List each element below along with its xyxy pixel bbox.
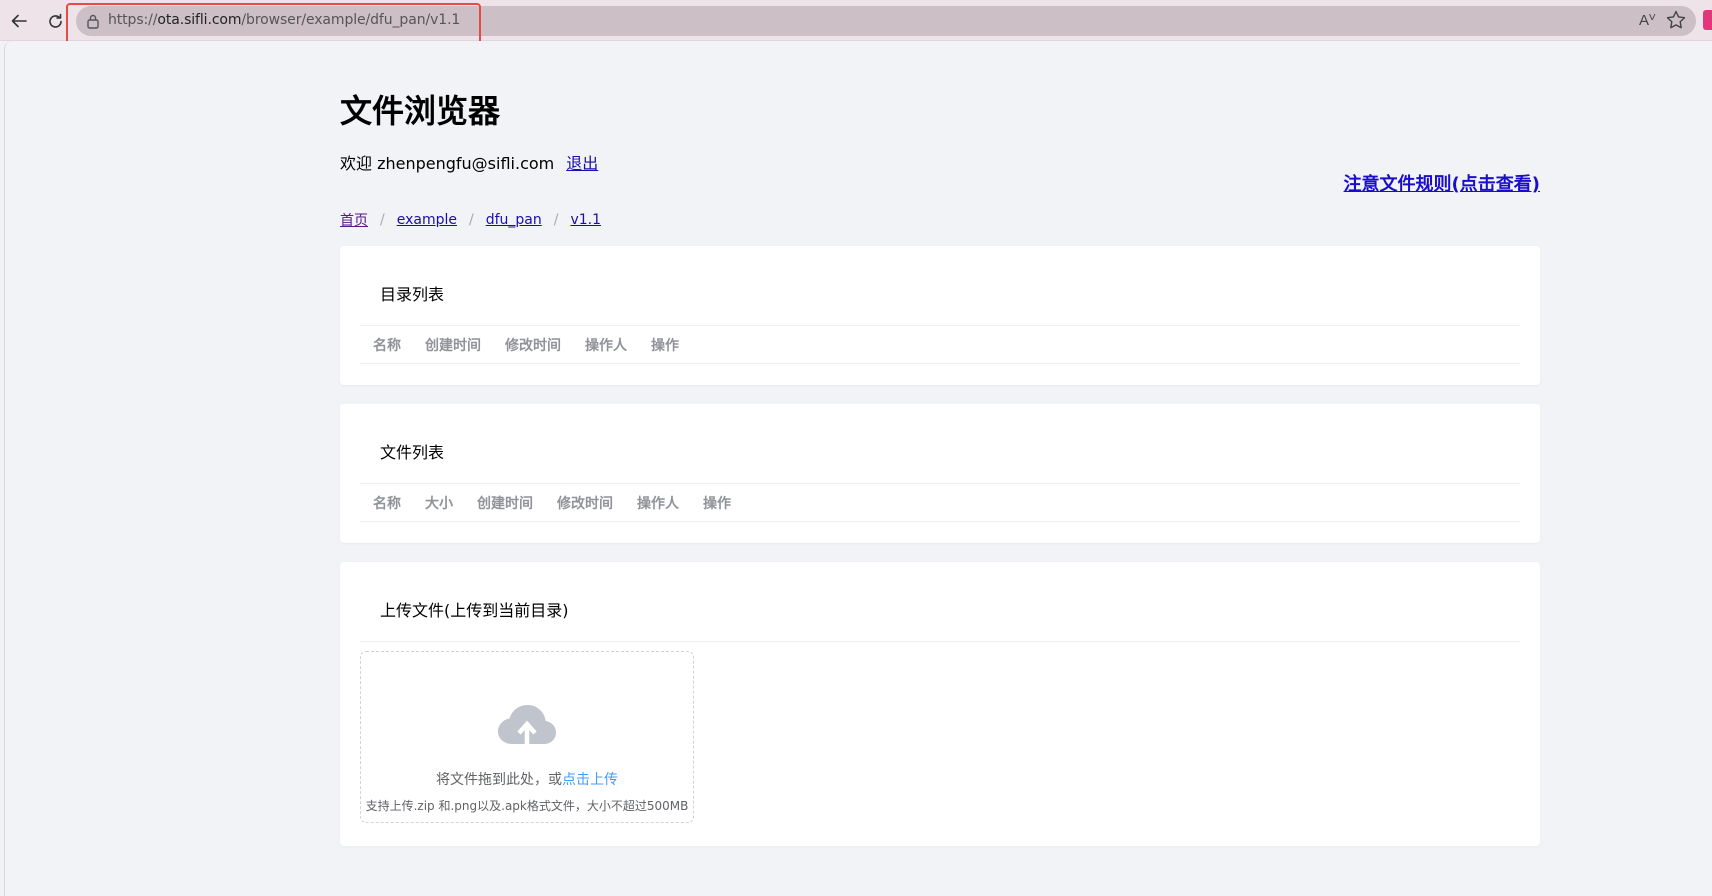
column-created[interactable]: 创建时间	[425, 335, 481, 355]
directory-list-card: 目录列表 名称 创建时间 修改时间 操作人 操作	[340, 246, 1540, 385]
breadcrumb-v1-1[interactable]: v1.1	[570, 212, 601, 228]
column-actions: 操作	[651, 337, 679, 354]
reload-button[interactable]	[42, 8, 68, 34]
file-list-title: 文件列表	[360, 404, 1520, 484]
arrow-left-icon	[11, 14, 27, 28]
column-actions: 操作	[703, 495, 731, 512]
welcome-text: 欢迎 zhenpengfu@sifli.com	[340, 154, 555, 173]
reload-icon	[48, 13, 62, 28]
column-name[interactable]: 名称	[373, 493, 401, 513]
back-button[interactable]	[6, 8, 32, 34]
breadcrumb-home[interactable]: 首页	[340, 210, 368, 230]
directory-table-header: 名称 创建时间 修改时间 操作人 操作	[360, 326, 1520, 364]
breadcrumb-separator: /	[468, 212, 474, 228]
column-modified[interactable]: 修改时间	[557, 493, 613, 513]
extension-icon[interactable]	[1703, 10, 1712, 30]
directory-list-title: 目录列表	[360, 246, 1520, 326]
file-table-header: 名称 大小 创建时间 修改时间 操作人 操作	[360, 484, 1520, 522]
breadcrumb-example[interactable]: example	[397, 212, 457, 228]
star-icon[interactable]	[1665, 9, 1687, 31]
breadcrumb-dfu-pan[interactable]: dfu_pan	[486, 212, 542, 228]
breadcrumb-separator: /	[553, 212, 559, 228]
column-created[interactable]: 创建时间	[477, 493, 533, 513]
upload-tip: 支持上传.zip 和.png以及.apk格式文件，大小不超过500MB	[365, 799, 689, 813]
file-rules-link[interactable]: 注意文件规则(点击查看)	[1344, 170, 1540, 196]
upload-card: 上传文件(上传到当前目录) 将文件拖到此处，或点击上传 支持上传.zip 和.p…	[340, 562, 1540, 846]
column-name[interactable]: 名称	[373, 335, 401, 355]
read-aloud-icon[interactable]: Aⱽ	[1639, 11, 1655, 29]
column-operator[interactable]: 操作人	[637, 493, 679, 513]
breadcrumb: 首页 / example / dfu_pan / v1.1	[340, 210, 601, 230]
cloud-upload-icon	[498, 705, 556, 746]
upload-dropzone[interactable]: 将文件拖到此处，或点击上传 支持上传.zip 和.png以及.apk格式文件，大…	[360, 651, 694, 823]
logout-link[interactable]: 退出	[566, 154, 598, 173]
column-modified[interactable]: 修改时间	[505, 335, 561, 355]
column-operator[interactable]: 操作人	[585, 335, 627, 355]
click-upload-link[interactable]: 点击上传	[562, 772, 618, 788]
browser-toolbar: https://ota.sifli.com/browser/example/df…	[0, 0, 1712, 45]
upload-drop-text: 将文件拖到此处，或	[436, 772, 562, 788]
file-list-card: 文件列表 名称 大小 创建时间 修改时间 操作人 操作	[340, 404, 1540, 543]
upload-instruction: 将文件拖到此处，或点击上传	[361, 769, 693, 789]
page-title: 文件浏览器	[340, 92, 501, 130]
breadcrumb-separator: /	[380, 212, 385, 228]
welcome-line: 欢迎 zhenpengfu@sifli.com 退出	[340, 150, 598, 174]
upload-title: 上传文件(上传到当前目录)	[360, 562, 1520, 642]
column-size[interactable]: 大小	[425, 493, 453, 513]
url-highlight-box	[66, 3, 481, 45]
